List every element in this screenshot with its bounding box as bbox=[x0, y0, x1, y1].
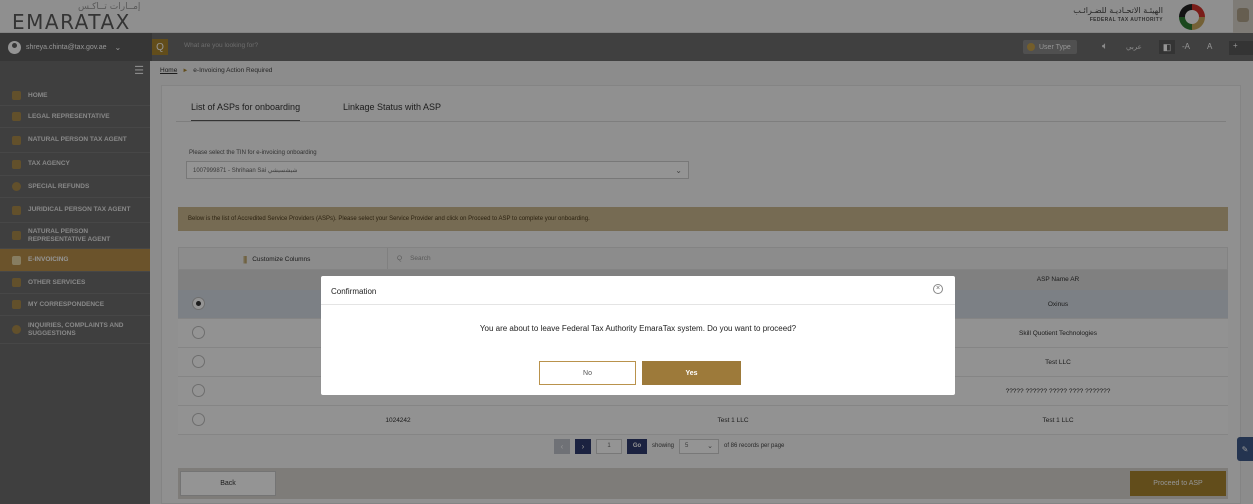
modal-backdrop[interactable] bbox=[0, 0, 1253, 504]
dialog-title: Confirmation bbox=[331, 287, 377, 296]
confirmation-dialog: Confirmation × You are about to leave Fe… bbox=[321, 276, 955, 395]
dialog-divider bbox=[321, 304, 955, 305]
no-button[interactable]: No bbox=[539, 361, 636, 385]
close-icon[interactable]: × bbox=[933, 284, 943, 294]
yes-button[interactable]: Yes bbox=[642, 361, 741, 385]
dialog-message: You are about to leave Federal Tax Autho… bbox=[479, 324, 797, 333]
